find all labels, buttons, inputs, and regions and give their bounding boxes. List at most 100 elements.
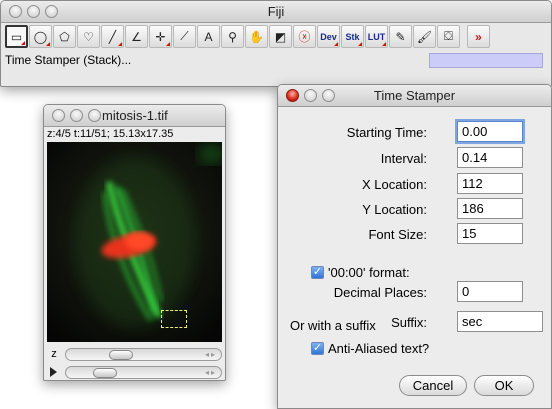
dropdown-indicator-icon — [46, 42, 50, 46]
status-text: Time Stamper (Stack)... — [5, 53, 132, 67]
dropdown-indicator-icon — [382, 42, 386, 46]
z-label: z — [51, 348, 57, 360]
freehand-icon: ♡ — [83, 29, 94, 44]
polygon-tool[interactable]: ⬠ — [53, 25, 76, 48]
close-window-icon[interactable] — [52, 109, 65, 122]
x-location-label: X Location: — [361, 177, 427, 192]
stk-menu-tool[interactable]: Stk — [341, 25, 364, 48]
font-size-label: Font Size: — [368, 227, 427, 242]
point-tool[interactable]: ✛ — [149, 25, 172, 48]
zoom-window-icon[interactable] — [88, 109, 101, 122]
x-location-input[interactable] — [457, 173, 523, 194]
dropdown-indicator-icon — [166, 42, 170, 46]
micrograph-image — [47, 142, 222, 342]
more-tools-button[interactable]: » — [467, 25, 490, 48]
angle-icon: ∠ — [131, 29, 142, 44]
antialias-checkbox-label: Anti-Aliased text? — [328, 341, 430, 356]
flood-fill-tool[interactable]: ⛋ — [437, 25, 460, 48]
starting-time-label: Starting Time: — [346, 125, 427, 140]
pencil-icon: ✎ — [395, 29, 406, 44]
ok-button[interactable]: OK — [474, 375, 534, 396]
starting-time-row: Starting Time: — [278, 121, 551, 143]
cancel-button[interactable]: Cancel — [399, 375, 467, 396]
x-location-row: X Location: — [278, 173, 551, 195]
z-slider-row: z ◂▸ — [47, 346, 222, 362]
suffix-input[interactable] — [457, 311, 543, 332]
interval-input[interactable] — [457, 147, 523, 168]
color-picker-icon: ◩ — [274, 29, 287, 44]
antialias-checkbox-row[interactable]: ✓ Anti-Aliased text? — [311, 341, 429, 356]
color-picker-tool[interactable]: ◩ — [269, 25, 292, 48]
format-checkbox[interactable]: ✓ — [311, 266, 324, 279]
minimize-window-icon[interactable] — [70, 109, 83, 122]
starting-time-input[interactable] — [457, 121, 523, 142]
dropdown-indicator-icon — [334, 42, 338, 46]
interval-label: Interval: — [380, 151, 427, 166]
y-location-label: Y Location: — [362, 202, 427, 217]
selection-rectangle[interactable] — [161, 310, 187, 328]
suffix-row: Suffix: — [278, 311, 551, 333]
magnifier-tool[interactable]: ⚲ — [221, 25, 244, 48]
fiji-title: Fiji — [267, 4, 285, 19]
lut-menu-tool[interactable]: LUT — [365, 25, 388, 48]
time-stamper-dialog: Time Stamper Starting Time: Interval: X … — [277, 84, 552, 409]
font-size-row: Font Size: — [278, 223, 551, 245]
image-info: z:4/5 t:11/51; 15.13x17.35 — [47, 128, 174, 140]
brush-tool[interactable]: 🖌 — [413, 25, 436, 48]
line-tool[interactable]: ╱ — [101, 25, 124, 48]
play-icon[interactable] — [50, 367, 57, 377]
brush-icon: 🖌 — [416, 29, 433, 44]
dev-menu-icon: Dev — [320, 31, 337, 42]
line-icon: ╱ — [108, 29, 117, 44]
oval-tool[interactable]: ◯ — [29, 25, 52, 48]
tool-bar: ▭ ◯ ⬠ ♡ ╱ ∠ ✛ ⟋ A ⚲ ✋ ◩ ⓧ Dev Stk LUT ✎ 🖌 ⛋ » — [5, 25, 547, 49]
antialias-checkbox[interactable]: ✓ — [311, 342, 324, 355]
progress-bar — [429, 53, 543, 68]
format-checkbox-row[interactable]: ✓ '00:00' format: — [311, 265, 410, 280]
polygon-icon: ⬠ — [59, 29, 70, 44]
magnifier-icon: ⚲ — [228, 29, 237, 44]
more-tools-icon: » — [475, 29, 482, 44]
angle-tool[interactable]: ∠ — [125, 25, 148, 48]
pencil-tool[interactable]: ✎ — [389, 25, 412, 48]
t-step-arrows-icon[interactable]: ◂▸ — [205, 367, 217, 378]
text-icon: A — [204, 29, 213, 44]
wand-tool[interactable]: ⟋ — [173, 25, 196, 48]
dialog-titlebar[interactable]: Time Stamper — [278, 85, 551, 107]
lut-menu-icon: LUT — [367, 31, 386, 42]
image-window: mitosis-1.tif z:4/5 t:11/51; 15.13x17.35 — [43, 104, 226, 381]
point-icon: ✛ — [155, 29, 166, 44]
z-slider-knob[interactable] — [109, 349, 134, 360]
hand-tool[interactable]: ✋ — [245, 25, 268, 48]
z-slider[interactable]: ◂▸ — [65, 347, 222, 361]
decimal-places-input[interactable] — [457, 281, 523, 302]
image-window-controls — [52, 109, 101, 122]
image-canvas[interactable] — [47, 142, 222, 342]
t-slider-row: ◂▸ — [47, 364, 222, 380]
dialog-title: Time Stamper — [373, 88, 456, 103]
hand-icon: ✋ — [249, 29, 264, 44]
decimal-places-row: Decimal Places: — [278, 281, 551, 303]
image-titlebar[interactable]: mitosis-1.tif — [44, 105, 225, 127]
t-slider[interactable]: ◂▸ — [65, 365, 222, 379]
suffix-label: Suffix: — [391, 315, 427, 330]
image-title: mitosis-1.tif — [102, 108, 168, 123]
delete-overlay-tool[interactable]: ⓧ — [293, 25, 316, 48]
wand-icon: ⟋ — [180, 29, 189, 43]
fiji-main-window: Fiji ▭ ◯ ⬠ ♡ ╱ ∠ ✛ ⟋ A ⚲ ✋ ◩ ⓧ Dev Stk LUT ✎ 🖌 ⛋ » Time Sta… — [0, 0, 552, 87]
text-tool[interactable]: A — [197, 25, 220, 48]
fiji-titlebar[interactable]: Fiji — [1, 1, 551, 23]
dev-menu-tool[interactable]: Dev — [317, 25, 340, 48]
t-slider-knob[interactable] — [93, 367, 118, 378]
y-location-row: Y Location: — [278, 198, 551, 220]
flood-fill-icon: ⛋ — [443, 29, 454, 43]
decimal-places-label: Decimal Places: — [333, 285, 427, 300]
delete-overlay-icon: ⓧ — [298, 30, 311, 44]
z-step-arrows-icon[interactable]: ◂▸ — [205, 349, 217, 360]
rectangle-tool[interactable]: ▭ — [5, 25, 28, 48]
font-size-input[interactable] — [457, 223, 523, 244]
freehand-tool[interactable]: ♡ — [77, 25, 100, 48]
format-checkbox-label: '00:00' format: — [328, 265, 410, 280]
y-location-input[interactable] — [457, 198, 523, 219]
dropdown-indicator-icon — [118, 42, 122, 46]
